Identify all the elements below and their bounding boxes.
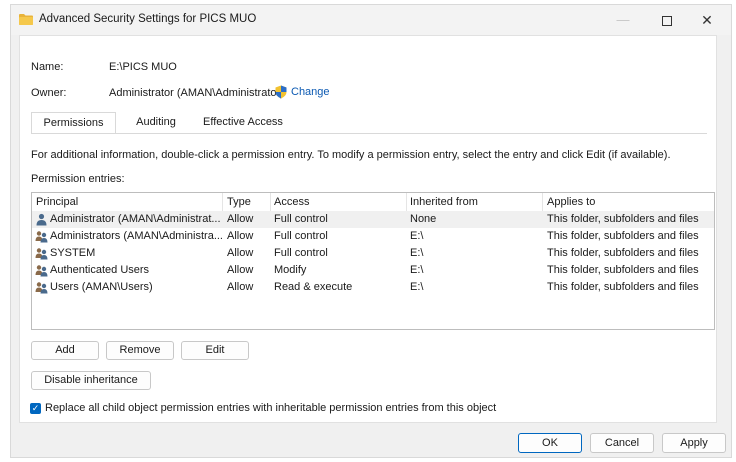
table-row[interactable]: SYSTEM Allow Full control E:\ This folde… [32,245,714,262]
column-divider[interactable] [542,193,543,211]
column-principal[interactable]: Principal [36,196,78,208]
inherited-cell: E:\ [410,264,424,276]
table-row[interactable]: Authenticated Users Allow Modify E:\ Thi… [32,262,714,279]
maximize-button[interactable] [647,5,687,35]
folder-icon [19,14,33,25]
content-panel: Name: E:\PICS MUO Owner: Administrator (… [19,35,717,423]
inherited-cell: None [410,213,437,225]
info-description: For additional information, double-click… [31,149,671,161]
group-icon [35,282,48,294]
table-header: Principal Type Access Inherited from App… [32,193,714,212]
inherited-cell: E:\ [410,281,424,293]
table-row[interactable]: Administrators (AMAN\Administra... Allow… [32,228,714,245]
column-divider[interactable] [270,193,271,211]
close-button[interactable]: ✕ [687,5,727,35]
column-divider[interactable] [222,193,223,211]
access-cell: Full control [274,213,328,225]
principal-cell: Administrator (AMAN\Administrat... [50,213,221,225]
access-cell: Modify [274,264,307,276]
type-cell: Allow [227,247,254,259]
applies-cell: This folder, subfolders and files [547,213,699,225]
type-cell: Allow [227,264,254,276]
user-icon [36,213,47,226]
checkmark-icon: ✓ [31,403,40,413]
uac-shield-icon [275,85,287,99]
security-settings-window: Advanced Security Settings for PICS MUO … [10,4,732,458]
principal-cell: SYSTEM [50,247,96,259]
close-icon: ✕ [701,12,713,28]
type-cell: Allow [227,230,254,242]
maximize-icon [662,15,672,26]
group-icon [35,231,48,243]
type-cell: Allow [227,213,254,225]
remove-button[interactable]: Remove [106,341,174,360]
group-icon [35,265,48,277]
column-access[interactable]: Access [274,196,309,208]
apply-button[interactable]: Apply [662,433,726,453]
permission-entries-list[interactable]: Principal Type Access Inherited from App… [31,192,715,330]
disable-inheritance-button[interactable]: Disable inheritance [31,371,151,390]
applies-cell: This folder, subfolders and files [547,264,699,276]
applies-cell: This folder, subfolders and files [547,247,699,259]
group-icon [35,248,48,260]
inherited-cell: E:\ [410,247,424,259]
column-inherited-from[interactable]: Inherited from [410,196,478,208]
tab-divider [31,133,707,134]
access-cell: Full control [274,230,328,242]
name-label: Name: [31,61,64,73]
principal-cell: Authenticated Users [50,264,150,276]
minimize-icon: — [616,12,630,27]
add-button[interactable]: Add [31,341,99,360]
inherited-cell: E:\ [410,230,424,242]
owner-value: Administrator (AMAN\Administrator) [109,87,284,99]
title-bar[interactable]: Advanced Security Settings for PICS MUO … [11,5,731,35]
tab-permissions[interactable]: Permissions [31,112,116,134]
window-title: Advanced Security Settings for PICS MUO [39,13,257,25]
change-owner-link[interactable]: Change [291,86,330,98]
cancel-button[interactable]: Cancel [590,433,654,453]
owner-label: Owner: [31,87,67,99]
replace-child-permissions-label[interactable]: Replace all child object permission entr… [45,402,496,414]
table-row[interactable]: Users (AMAN\Users) Allow Read & execute … [32,279,714,296]
tab-effective-access[interactable]: Effective Access [197,112,289,133]
minimize-button[interactable]: — [603,5,643,35]
table-row[interactable]: Administrator (AMAN\Administrat... Allow… [32,211,714,228]
applies-cell: This folder, subfolders and files [547,281,699,293]
tab-auditing[interactable]: Auditing [119,112,193,133]
edit-button[interactable]: Edit [181,341,249,360]
ok-button[interactable]: OK [518,433,582,453]
type-cell: Allow [227,281,254,293]
name-value: E:\PICS MUO [109,61,177,73]
principal-cell: Administrators (AMAN\Administra... [50,230,223,242]
replace-child-permissions-checkbox[interactable]: ✓ [30,403,41,414]
column-applies-to[interactable]: Applies to [547,196,595,208]
column-divider[interactable] [406,193,407,211]
access-cell: Full control [274,247,328,259]
permission-entries-label: Permission entries: [31,173,125,185]
applies-cell: This folder, subfolders and files [547,230,699,242]
principal-cell: Users (AMAN\Users) [50,281,153,293]
access-cell: Read & execute [274,281,353,293]
column-type[interactable]: Type [227,196,251,208]
